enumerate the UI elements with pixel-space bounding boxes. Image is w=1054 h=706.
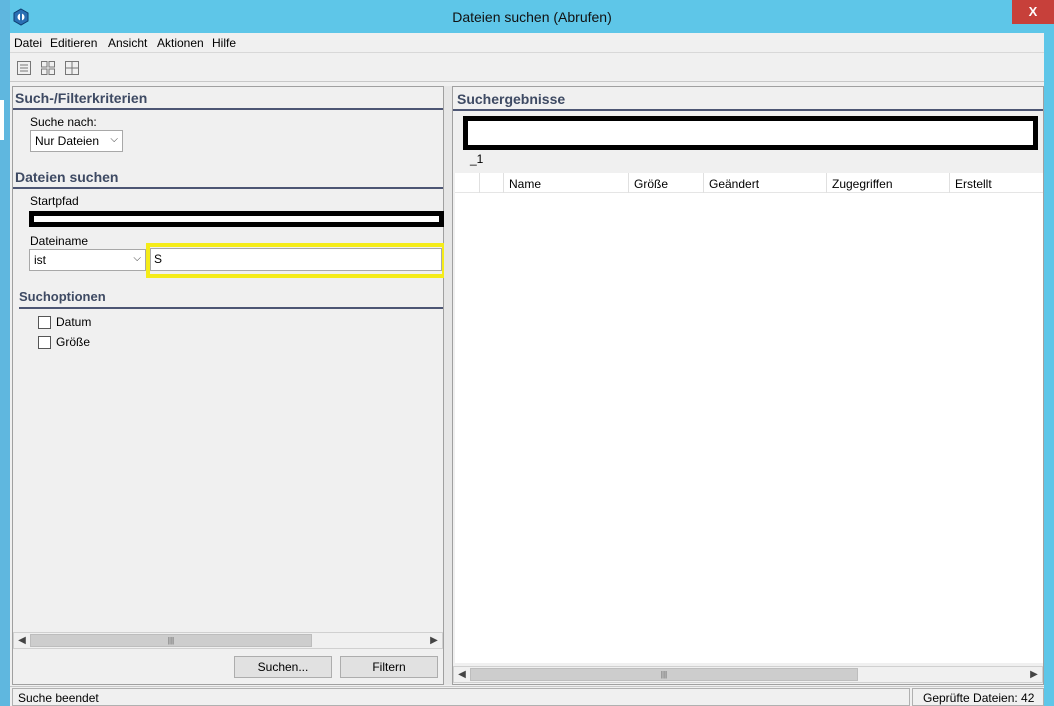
client-area: Datei Editieren Ansicht Aktionen Hilfe S… xyxy=(10,33,1044,706)
scroll-left-icon[interactable]: ◀ xyxy=(454,667,470,682)
criteria-title: Such-/Filterkriterien xyxy=(15,90,148,106)
options-divider xyxy=(19,307,443,309)
title-bar[interactable]: Dateien suchen (Abrufen) X xyxy=(10,0,1054,33)
options-title: Suchoptionen xyxy=(19,289,106,304)
results-table: Name Größe Geändert Zugegriffen Erstellt xyxy=(455,173,1043,663)
filter-button[interactable]: Filtern xyxy=(340,656,438,678)
search-for-label: Suche nach: xyxy=(30,115,97,129)
results-table-header: Name Größe Geändert Zugegriffen Erstellt xyxy=(455,173,1043,193)
chevron-down-icon: ⌵ xyxy=(133,253,141,264)
menu-datei[interactable]: Datei xyxy=(14,36,42,50)
header-modified[interactable]: Geändert xyxy=(704,173,827,193)
header-name[interactable]: Name xyxy=(504,173,629,193)
checked-files-count: Geprüfte Dateien: 42 xyxy=(912,688,1044,706)
criteria-pane: Such-/Filterkriterien Suche nach: Nur Da… xyxy=(12,86,446,685)
menu-bar: Datei Editieren Ansicht Aktionen Hilfe xyxy=(10,33,1044,53)
size-checkbox[interactable] xyxy=(38,336,51,349)
header-size[interactable]: Größe xyxy=(629,173,704,193)
header-accessed[interactable]: Zugegriffen xyxy=(827,173,950,193)
status-bar: Suche beendet Geprüfte Dateien: 42 xyxy=(10,686,1044,706)
filename-operator-select[interactable]: ist ⌵ xyxy=(29,249,146,271)
start-path-input[interactable] xyxy=(29,211,444,227)
results-title: Suchergebnisse xyxy=(457,91,566,107)
scroll-right-icon[interactable]: ▶ xyxy=(1026,667,1042,682)
header-blank-2[interactable] xyxy=(480,173,504,193)
find-files-divider xyxy=(13,187,443,189)
criteria-divider xyxy=(13,108,443,110)
scroll-left-icon[interactable]: ◀ xyxy=(14,633,30,648)
app-window: Dateien suchen (Abrufen) X Datei Editier… xyxy=(10,0,1054,706)
results-pane: Suchergebnisse _1 Name Größe Geändert Zu… xyxy=(452,86,1044,685)
filename-value: S xyxy=(154,252,163,266)
date-label: Datum xyxy=(56,315,92,329)
left-horizontal-scrollbar[interactable]: ◀ ||| ▶ xyxy=(13,632,443,649)
header-blank-1[interactable] xyxy=(455,173,480,193)
search-for-select[interactable]: Nur Dateien ⌵ xyxy=(30,130,123,152)
find-files-title: Dateien suchen xyxy=(15,169,119,185)
menu-aktionen[interactable]: Aktionen xyxy=(157,36,204,50)
scroll-thumb[interactable]: ||| xyxy=(30,634,312,647)
search-button[interactable]: Suchen... xyxy=(234,656,332,678)
filename-input[interactable]: S xyxy=(150,248,442,271)
chevron-down-icon: ⌵ xyxy=(110,134,118,145)
menu-editieren[interactable]: Editieren xyxy=(50,36,97,50)
status-message: Suche beendet xyxy=(12,688,910,706)
list-view-icon[interactable] xyxy=(16,60,32,76)
filename-label: Dateiname xyxy=(30,234,89,248)
size-label: Größe xyxy=(56,335,91,349)
header-created[interactable]: Erstellt xyxy=(950,173,1043,193)
search-for-value: Nur Dateien xyxy=(35,134,100,148)
filename-operator-value: ist xyxy=(34,253,46,267)
scroll-right-icon[interactable]: ▶ xyxy=(426,633,442,648)
close-button[interactable]: X xyxy=(1012,0,1054,24)
pane-splitter[interactable] xyxy=(444,86,452,685)
background-notch xyxy=(0,100,4,140)
results-horizontal-scrollbar[interactable]: ◀ ||| ▶ xyxy=(453,666,1043,683)
background-edge xyxy=(0,0,10,706)
grid-view-icon[interactable] xyxy=(40,60,56,76)
table-view-icon[interactable] xyxy=(64,60,80,76)
date-checkbox[interactable] xyxy=(38,316,51,329)
menu-hilfe[interactable]: Hilfe xyxy=(212,36,236,50)
scroll-thumb[interactable]: ||| xyxy=(470,668,858,681)
menu-ansicht[interactable]: Ansicht xyxy=(108,36,147,50)
results-path-field xyxy=(463,116,1038,150)
start-path-label: Startpfad xyxy=(30,194,79,208)
window-title: Dateien suchen (Abrufen) xyxy=(452,9,612,25)
results-divider xyxy=(453,109,1043,111)
toolbar xyxy=(10,54,1044,82)
results-tab-label[interactable]: _1 xyxy=(470,152,483,166)
